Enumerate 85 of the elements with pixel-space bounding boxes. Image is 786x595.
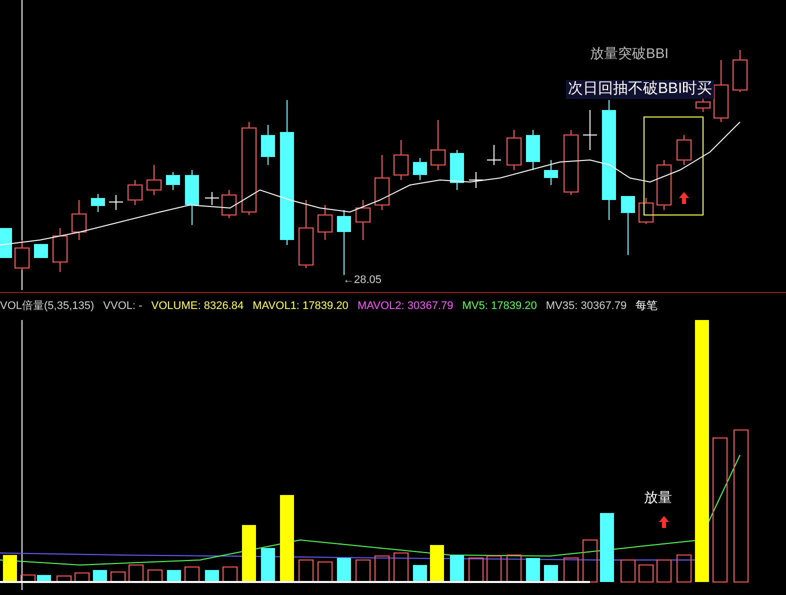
volume-bar [486, 556, 502, 582]
candlestick [374, 154, 390, 210]
price-label: ←28.05 [343, 275, 382, 286]
volume-bar [656, 560, 672, 582]
annotation-text: 放量 [644, 490, 672, 504]
candlestick [356, 200, 370, 240]
candlestick [72, 200, 86, 240]
candlestick [337, 210, 351, 276]
volume-bar [298, 560, 314, 582]
candlestick [52, 228, 68, 272]
candlestick [128, 180, 142, 206]
candlestick [621, 196, 635, 256]
volume-bar [374, 556, 390, 582]
candlestick [582, 110, 598, 150]
candlestick [185, 170, 199, 226]
volume-bar [74, 572, 90, 582]
volume-bar [222, 566, 238, 582]
candlestick [14, 240, 30, 270]
candlestick [714, 60, 728, 122]
volume-bar [167, 570, 181, 582]
candlestick [676, 134, 692, 166]
legend-label: MAVOL2: 30367.79 [357, 301, 454, 312]
volume-bar [638, 564, 654, 582]
volume-bar [394, 552, 408, 582]
candlestick [564, 130, 578, 196]
candlestick [656, 160, 672, 210]
volume-bar [430, 545, 444, 582]
candlestick [430, 120, 446, 170]
volume-bar [205, 570, 219, 582]
candlestick [638, 198, 654, 224]
volume-bar [526, 558, 540, 582]
volume-bar [544, 565, 558, 582]
candlestick [146, 164, 162, 196]
volume-bar [261, 548, 275, 582]
legend-label: 每笔 [636, 301, 658, 312]
volume-bar [93, 570, 107, 582]
legend-label: VOL倍量(5,35,135) [0, 301, 94, 312]
volume-bar [318, 562, 332, 582]
volume-bar [128, 564, 144, 582]
volume-bar [242, 525, 256, 582]
annotation-text: 次日回抽不破BBI时买 [566, 80, 714, 99]
candlestick [468, 172, 484, 188]
volume-bar [600, 513, 614, 582]
annotation-text: 放量突破BBI [590, 46, 669, 60]
volume-bar [676, 554, 692, 582]
volume-bar [56, 576, 72, 582]
candlestick [526, 130, 540, 170]
candlestick [0, 228, 12, 258]
candlestick [450, 150, 464, 190]
volume-bar [3, 555, 17, 582]
volume-bar [564, 558, 578, 582]
candlestick [204, 192, 220, 206]
candlestick [413, 158, 427, 180]
legend-label: VVOL: - [103, 301, 142, 312]
candlestick [506, 130, 522, 170]
volume-bar [506, 554, 522, 582]
candlestick [394, 140, 408, 180]
legend-label: MAVOL1: 17839.20 [252, 301, 348, 312]
legend-label: VOLUME: 8326.84 [151, 301, 244, 312]
candlestick [261, 124, 275, 166]
candlestick [34, 244, 48, 258]
volume-bar [184, 566, 200, 582]
volume-bar [356, 560, 370, 582]
volume-bar [20, 574, 36, 582]
candlestick [544, 160, 558, 186]
volume-bar [468, 558, 484, 582]
legend-label: MV35: 30367.79 [546, 301, 627, 312]
candlestick [91, 194, 105, 212]
up-arrow-icon [659, 516, 669, 528]
candlestick [222, 190, 236, 218]
candlestick [732, 50, 748, 92]
volume-bar [450, 555, 464, 582]
candlestick [166, 172, 180, 190]
candlestick [108, 194, 124, 210]
volume-bar [582, 540, 598, 582]
volume-bar [337, 558, 351, 582]
volume-bar [620, 560, 636, 582]
volume-bar [148, 570, 162, 582]
candlestick [298, 200, 314, 268]
candlestick [486, 144, 502, 166]
candlestick [318, 204, 332, 240]
volume-bar [110, 572, 126, 582]
volume-bar [413, 565, 427, 582]
up-arrow-icon [679, 192, 689, 204]
legend-label: MV5: 17839.20 [462, 301, 537, 312]
